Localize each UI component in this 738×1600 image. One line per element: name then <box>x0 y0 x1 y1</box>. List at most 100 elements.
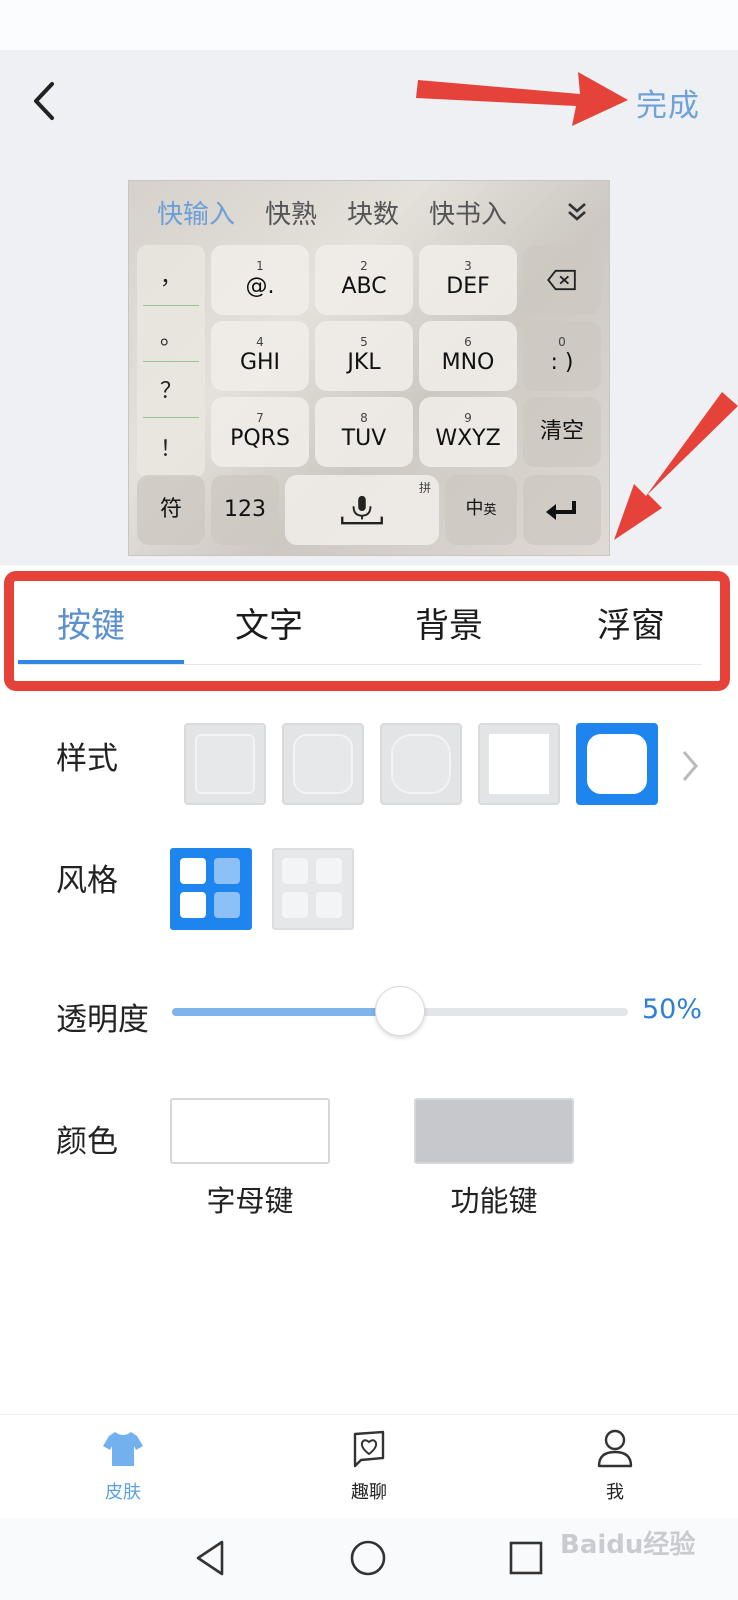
style-label: 样式 <box>56 741 118 777</box>
nav-label: 趣聊 <box>351 1482 387 1503</box>
key-number: 3 <box>464 259 472 273</box>
grid-cell <box>282 892 308 918</box>
key-label: 符 <box>159 497 182 522</box>
tshirt-icon <box>103 1432 143 1466</box>
key-1: 1 @. <box>211 245 309 315</box>
candidate-word: 快书入 <box>429 199 508 230</box>
key-label: PQRS <box>230 426 290 451</box>
key-0: 0 : ) <box>523 321 601 391</box>
key-123: 123 <box>211 475 279 545</box>
key-label: 123 <box>224 497 266 522</box>
letter-key-color-swatch[interactable] <box>170 1098 330 1164</box>
color-label: 颜色 <box>56 1124 118 1160</box>
nav-skin[interactable]: 皮肤 <box>78 1426 168 1504</box>
key-7: 7 PQRS <box>211 397 309 467</box>
key-label: MNO <box>441 350 495 375</box>
function-key-color-swatch[interactable] <box>414 1098 574 1164</box>
key-number: 8 <box>360 411 368 425</box>
key-label: DEF <box>446 274 490 299</box>
key-number: 1 <box>256 259 264 273</box>
key-6: 6 MNO <box>419 321 517 391</box>
function-key-caption: 功能键 <box>450 1184 538 1218</box>
pinyin-mark: 拼 <box>418 481 431 495</box>
key-label: : ) <box>550 350 574 375</box>
key-clear: 清空 <box>523 397 601 467</box>
tab-text[interactable]: 文字 <box>196 598 342 658</box>
punct-question: ？ <box>159 379 182 404</box>
key-4: 4 GHI <box>211 321 309 391</box>
grid-cell <box>316 892 342 918</box>
candidate-word: 快熟 <box>265 199 318 230</box>
tabs-container: 按键 文字 背景 浮窗 <box>0 566 738 694</box>
key-style-option-rounded[interactable] <box>282 723 364 805</box>
grid-cell <box>180 892 206 918</box>
style-preview <box>195 734 255 794</box>
nav-chat[interactable]: 趣聊 <box>324 1426 414 1504</box>
system-home-icon[interactable] <box>348 1538 388 1578</box>
key-number: 5 <box>360 335 368 349</box>
punct-exclaim: ！ <box>159 437 182 462</box>
key-number: 7 <box>256 411 264 425</box>
enter-icon <box>546 501 576 520</box>
layout-label: 风格 <box>56 863 118 899</box>
key-label: @. <box>245 274 275 299</box>
tab-float-window[interactable]: 浮窗 <box>558 598 704 658</box>
key-label: WXYZ <box>435 426 501 451</box>
key-8: 8 TUV <box>315 397 413 467</box>
backspace-icon <box>547 269 576 291</box>
back-button[interactable] <box>26 78 66 124</box>
candidate-bar: 快输入 快熟 块数 快书入 <box>129 181 609 243</box>
key-number: 4 <box>256 335 264 349</box>
chevron-right-icon[interactable] <box>680 748 700 784</box>
punctuation-column: ， 。 ？ ！ <box>137 245 205 477</box>
microphone-icon <box>341 495 383 525</box>
divider <box>143 417 199 418</box>
candidate-word: 块数 <box>347 199 400 230</box>
double-chevron-down-icon <box>568 203 586 221</box>
style-preview <box>587 734 647 794</box>
key-2: 2 ABC <box>315 245 413 315</box>
nav-label: 我 <box>606 1482 624 1503</box>
tab-divider <box>18 664 702 665</box>
chat-heart-icon <box>353 1430 385 1468</box>
key-enter <box>523 475 601 545</box>
nav-label: 皮肤 <box>105 1482 141 1503</box>
key-label: 清空 <box>539 419 584 444</box>
key-5: 5 JKL <box>315 321 413 391</box>
lang-main: 中 <box>465 498 484 519</box>
key-backspace <box>523 245 601 315</box>
key-number: 0 <box>558 335 566 349</box>
layout-option-grid-selected[interactable] <box>170 848 252 930</box>
key-label: ABC <box>341 274 387 299</box>
opacity-label: 透明度 <box>56 1002 149 1038</box>
punct-comma: ， <box>159 265 182 290</box>
system-back-icon[interactable] <box>192 1538 232 1578</box>
chevron-left-icon <box>34 82 54 120</box>
done-button[interactable]: 完成 <box>636 80 700 125</box>
divider <box>143 305 199 306</box>
person-icon <box>597 1429 633 1468</box>
key-style-option-flat[interactable] <box>478 723 560 805</box>
tab-keys[interactable]: 按键 <box>18 598 164 658</box>
opacity-slider-fill <box>172 1008 400 1016</box>
letter-key-caption: 字母键 <box>206 1184 294 1218</box>
key-space: 拼 <box>285 475 439 545</box>
style-preview <box>391 734 451 794</box>
grid-cell <box>214 858 240 884</box>
tab-background[interactable]: 背景 <box>376 598 522 658</box>
divider <box>143 361 199 362</box>
key-style-option-outlined[interactable] <box>576 723 658 805</box>
style-preview <box>293 734 353 794</box>
system-recents-icon[interactable] <box>506 1538 546 1578</box>
grid-cell <box>316 858 342 884</box>
layout-option-grid[interactable] <box>272 848 354 930</box>
keyboard-preview: 快输入 快熟 块数 快书入 ， 。 ？ ！ 1 @. 2 ABC 3 DEF 4… <box>128 180 610 556</box>
key-label: TUV <box>341 426 387 451</box>
key-style-option-round[interactable] <box>380 723 462 805</box>
opacity-slider-thumb[interactable] <box>375 986 425 1036</box>
key-label: GHI <box>239 350 281 375</box>
nav-me[interactable]: 我 <box>570 1426 660 1504</box>
key-style-option-square[interactable] <box>184 723 266 805</box>
opacity-value: 50% <box>642 994 703 1025</box>
grid-cell <box>282 858 308 884</box>
